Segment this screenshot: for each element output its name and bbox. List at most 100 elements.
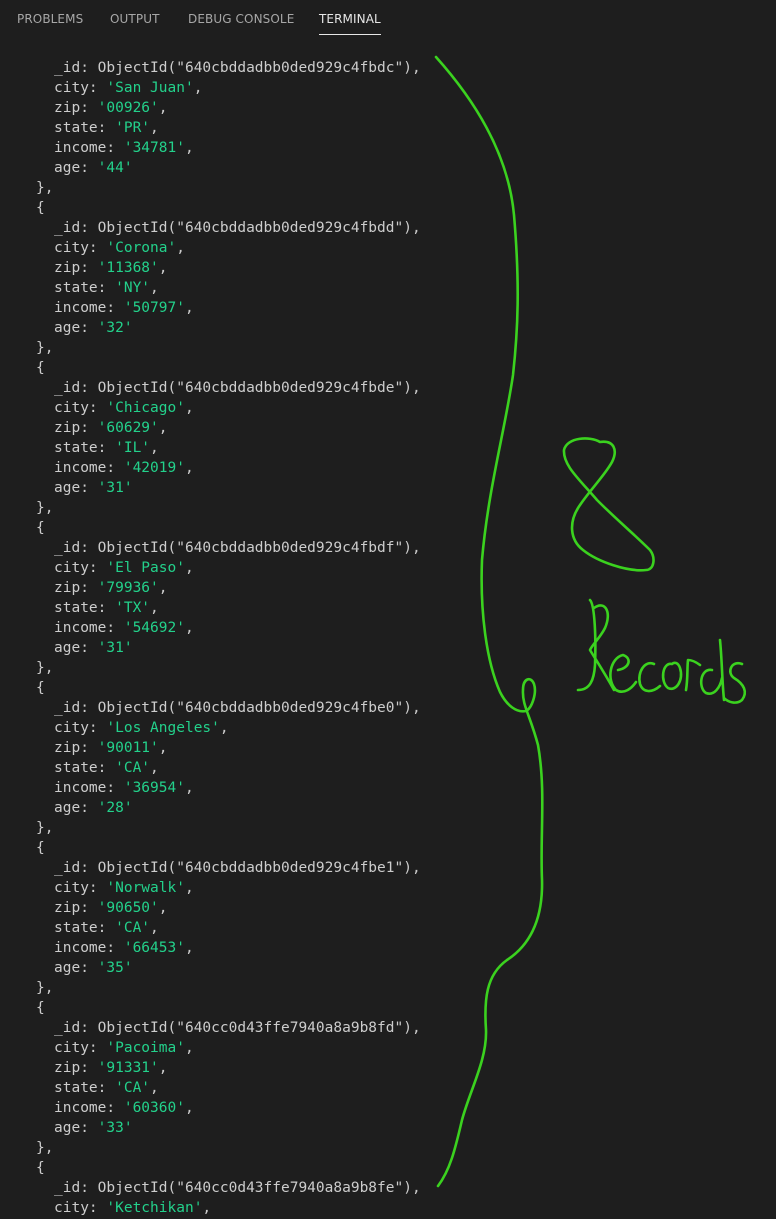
comma: , [158, 740, 168, 756]
object-open-brace: { [36, 360, 45, 376]
comma: , [150, 920, 159, 936]
city-key: city: [54, 1200, 107, 1216]
age-key: age: [54, 640, 98, 656]
state-key: state: [54, 440, 116, 456]
objectid-value: 640cbddadbb0ded929c4fbdc [184, 60, 395, 76]
tab-terminal[interactable]: TERMINAL [319, 0, 381, 38]
objectid-close: "), [394, 540, 421, 556]
record-city-line: city: 'El Paso', [0, 558, 776, 578]
object-open-line: { [0, 838, 776, 858]
tab-terminal-label: TERMINAL [319, 12, 381, 26]
comma: , [193, 80, 203, 96]
objectid-close: "), [394, 220, 421, 236]
comma: , [150, 280, 159, 296]
tab-problems[interactable]: PROBLEMS [17, 0, 83, 38]
record-income-line: income: '66453', [0, 938, 776, 958]
objectid-close: "), [394, 380, 421, 396]
record-id-line: _id: ObjectId("640cc0d43ffe7940a8a9b8fd"… [0, 1018, 776, 1038]
objectid-open: ObjectId(" [97, 540, 185, 556]
id-key: _id: [54, 60, 98, 76]
id-key: _id: [54, 380, 98, 396]
comma: , [184, 560, 194, 576]
tab-debug-console[interactable]: DEBUG CONSOLE [188, 0, 294, 38]
state-value: 'PR' [115, 120, 151, 136]
id-key: _id: [54, 1020, 98, 1036]
city-key: city: [54, 240, 107, 256]
record-income-line: income: '42019', [0, 458, 776, 478]
record-city-line: city: 'Norwalk', [0, 878, 776, 898]
record-city-line: city: 'San Juan', [0, 78, 776, 98]
state-value: 'CA' [115, 1080, 151, 1096]
record-state-line: state: 'CA', [0, 918, 776, 938]
city-value: 'El Paso' [106, 560, 185, 576]
objectid-open: ObjectId(" [97, 700, 185, 716]
objectid-open: ObjectId(" [97, 220, 185, 236]
state-key: state: [54, 760, 116, 776]
state-value: 'NY' [115, 280, 151, 296]
object-open-line: { [0, 1158, 776, 1178]
state-key: state: [54, 600, 116, 616]
city-value: 'Norwalk' [106, 880, 185, 896]
city-key: city: [54, 560, 107, 576]
record-income-line: income: '36954', [0, 778, 776, 798]
age-value: '35' [97, 960, 133, 976]
object-open-line: { [0, 198, 776, 218]
record-income-line: income: '34781', [0, 138, 776, 158]
object-open-brace: { [36, 200, 45, 216]
comma: , [184, 880, 194, 896]
comma: , [184, 940, 194, 956]
zip-value: '79936' [97, 580, 159, 596]
object-close-brace: }, [36, 1140, 54, 1156]
age-value: '33' [97, 1120, 133, 1136]
income-key: income: [54, 460, 124, 476]
record-state-line: state: 'NY', [0, 278, 776, 298]
age-value: '44' [97, 160, 133, 176]
age-key: age: [54, 320, 98, 336]
income-value: '42019' [123, 460, 185, 476]
objectid-value: 640cbddadbb0ded929c4fbdf [184, 540, 395, 556]
comma: , [184, 1040, 194, 1056]
comma: , [158, 260, 168, 276]
record-city-line: city: 'Chicago', [0, 398, 776, 418]
terminal-output[interactable]: _id: ObjectId(" 640cbddadbb0ded929c4fbdc "… [0, 58, 776, 1218]
income-key: income: [54, 1100, 124, 1116]
comma: , [202, 1200, 212, 1216]
state-value: 'TX' [115, 600, 151, 616]
zip-key: zip: [54, 100, 98, 116]
city-value: 'San Juan' [106, 80, 194, 96]
city-key: city: [54, 400, 107, 416]
record-id-line: _id: ObjectId("640cbddadbb0ded929c4fbdf"… [0, 538, 776, 558]
income-key: income: [54, 620, 124, 636]
zip-key: zip: [54, 420, 98, 436]
zip-value: '60629' [97, 420, 159, 436]
comma: , [184, 620, 194, 636]
record-zip-line: zip: '60629', [0, 418, 776, 438]
objectid-value: 640cbddadbb0ded929c4fbdd [184, 220, 395, 236]
comma: , [158, 100, 168, 116]
id-key: _id: [54, 220, 98, 236]
record-zip-line: zip: '00926', [0, 98, 776, 118]
object-close-brace: }, [36, 980, 54, 996]
record-zip-line: zip: '91331', [0, 1058, 776, 1078]
record-state-line: state: 'CA', [0, 1078, 776, 1098]
object-close-brace: }, [36, 180, 54, 196]
city-value: 'Corona' [106, 240, 177, 256]
zip-key: zip: [54, 260, 98, 276]
objectid-open: ObjectId(" [97, 380, 185, 396]
id-key: _id: [54, 540, 98, 556]
income-key: income: [54, 780, 124, 796]
income-key: income: [54, 140, 124, 156]
objectid-close: "), [394, 700, 421, 716]
tab-output[interactable]: OUTPUT [110, 0, 160, 38]
age-value: '31' [97, 480, 133, 496]
objectid-open: ObjectId(" [97, 1020, 185, 1036]
zip-value: '00926' [97, 100, 159, 116]
object-open-line: { [0, 678, 776, 698]
age-value: '31' [97, 640, 133, 656]
income-key: income: [54, 300, 124, 316]
income-value: '54692' [123, 620, 185, 636]
comma: , [184, 400, 194, 416]
record-state-line: state: 'CA', [0, 758, 776, 778]
age-key: age: [54, 480, 98, 496]
record-state-line: state: 'IL', [0, 438, 776, 458]
